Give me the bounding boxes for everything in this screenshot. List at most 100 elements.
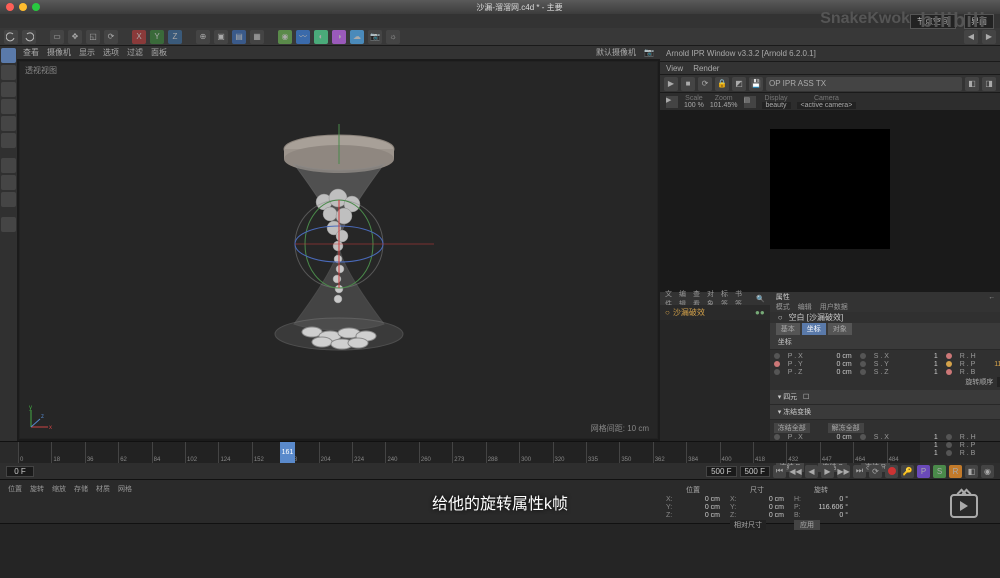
vp-display[interactable]: 显示 [79, 47, 95, 58]
dropdown-nodespace[interactable]: 节点空间 [910, 14, 956, 29]
record-icon[interactable] [885, 465, 898, 478]
key-pla-icon[interactable]: ◉ [981, 465, 994, 478]
vp-camera[interactable]: 摄像机 [47, 47, 71, 58]
ipr-text-icon[interactable]: OP IPR ASS TX [766, 77, 962, 91]
tab-coord[interactable]: 坐标 [802, 323, 826, 335]
key-rot-icon[interactable]: R [949, 465, 962, 478]
generator-icon[interactable]: ◐ [314, 30, 328, 44]
ipr-color-icon[interactable]: ◧ [965, 77, 979, 91]
light-icon[interactable]: ☼ [386, 30, 400, 44]
vp-panel[interactable]: 面板 [151, 47, 167, 58]
model-mode-icon[interactable] [1, 48, 16, 63]
freeze-all-button[interactable]: 冻结全部 [774, 423, 810, 433]
point-mode-icon[interactable] [1, 82, 16, 97]
edge-mode-icon[interactable] [1, 99, 16, 114]
primitive-cube-icon[interactable]: ◉ [278, 30, 292, 44]
vp-options[interactable]: 选项 [103, 47, 119, 58]
scene-object-hourglass[interactable] [234, 124, 444, 376]
timeline-tick[interactable]: 240 [385, 442, 418, 463]
vp-view[interactable]: 查看 [23, 47, 39, 58]
timeline-tick[interactable]: 350 [619, 442, 652, 463]
timeline-tick[interactable]: 84 [152, 442, 185, 463]
render-settings-icon[interactable]: ▤ [232, 30, 246, 44]
timeline-tick[interactable]: 362 [653, 442, 686, 463]
goto-end-icon[interactable]: ⏭ [853, 465, 866, 478]
axis-lock-icon[interactable] [1, 158, 16, 173]
maximize-icon[interactable] [32, 3, 40, 11]
display-dropdown[interactable]: beauty [762, 102, 791, 109]
camera-dropdown[interactable]: <active camera> [797, 102, 857, 109]
timeline-tick[interactable]: 18 [51, 442, 84, 463]
goto-start-icon[interactable]: ⏮ [773, 465, 786, 478]
channel-icon[interactable]: ▤ [744, 96, 756, 108]
dropdown-layout[interactable]: 界面 [964, 14, 994, 29]
size-mode-drop[interactable]: 相对尺寸 [730, 520, 766, 530]
undo-icon[interactable] [4, 30, 18, 44]
timeline-tick[interactable]: 384 [686, 442, 719, 463]
timeline-tick[interactable]: 447 [820, 442, 853, 463]
ipr-save-icon[interactable]: 💾 [749, 77, 763, 91]
soft-select-icon[interactable] [1, 217, 16, 232]
timeline-tick[interactable]: 224 [352, 442, 385, 463]
tab-basic[interactable]: 基本 [776, 323, 800, 335]
render-canvas[interactable] [770, 129, 890, 249]
timeline-tick[interactable]: 418 [753, 442, 786, 463]
play-fwd-icon[interactable]: ▶ [821, 465, 834, 478]
object-tree-row[interactable]: ○ 沙漏破效 ●● [660, 305, 770, 320]
axis-y-button[interactable]: Y [150, 30, 164, 44]
timeline-tick[interactable]: 62 [118, 442, 151, 463]
deformer-icon[interactable]: ◑ [332, 30, 346, 44]
scale-tool-icon[interactable]: ◱ [86, 30, 100, 44]
snap-icon[interactable] [1, 175, 16, 190]
object-name[interactable]: 沙漏破效 [673, 307, 705, 318]
go-back-icon[interactable]: ◀ [964, 30, 978, 44]
axis-z-button[interactable]: Z [168, 30, 182, 44]
object-mode-icon[interactable] [1, 65, 16, 80]
unfreeze-all-button[interactable]: 解冻全部 [828, 423, 864, 433]
spline-icon[interactable]: 〰 [296, 30, 310, 44]
timeline-tick[interactable]: 102 [185, 442, 218, 463]
range-end[interactable]: 500 F [706, 466, 736, 477]
go-fwd-icon[interactable]: ▶ [982, 30, 996, 44]
apply-button[interactable]: 应用 [794, 520, 820, 530]
timeline-tick[interactable]: 400 [720, 442, 753, 463]
timeline-tick[interactable]: 432 [786, 442, 819, 463]
minimize-icon[interactable] [19, 3, 27, 11]
texture-mode-icon[interactable] [1, 133, 16, 148]
ipr-refresh-icon[interactable]: ⟳ [698, 77, 712, 91]
vp-camera-label[interactable]: 默认摄像机 [596, 47, 636, 58]
play-back-icon[interactable]: ◀ [805, 465, 818, 478]
timeline-tick[interactable]: 464 [853, 442, 886, 463]
timeline-tick[interactable]: 273 [452, 442, 485, 463]
vp-filter[interactable]: 过滤 [127, 47, 143, 58]
timeline-tick[interactable]: 288 [486, 442, 519, 463]
timeline-tick[interactable]: 204 [319, 442, 352, 463]
timeline-tick[interactable]: 300 [519, 442, 552, 463]
visibility-dots-icon[interactable]: ●● [755, 308, 765, 317]
render-icon[interactable]: ▣ [214, 30, 228, 44]
ipr-lock-icon[interactable]: 🔒 [715, 77, 729, 91]
move-tool-icon[interactable]: ✥ [68, 30, 82, 44]
viewport-canvas[interactable]: 透视视图 [19, 61, 658, 439]
ipr-alpha-icon[interactable]: ◨ [982, 77, 996, 91]
environment-icon[interactable]: ☁ [350, 30, 364, 44]
close-icon[interactable] [6, 3, 14, 11]
timeline-tick[interactable]: 124 [218, 442, 251, 463]
camera-icon[interactable]: 📷 [368, 30, 382, 44]
step-fwd-icon[interactable]: ▶▶ [837, 465, 850, 478]
vp-camera-icon[interactable]: 📷 [644, 48, 654, 57]
ipr-play-icon[interactable]: ▶ [664, 77, 678, 91]
coord-mode-icon[interactable]: ⊕ [196, 30, 210, 44]
timeline-tick[interactable]: 260 [419, 442, 452, 463]
quat-checkbox[interactable]: ☐ [803, 394, 809, 401]
timeline-tick[interactable]: 320 [553, 442, 586, 463]
ipr-snapshot-icon[interactable]: ◩ [732, 77, 746, 91]
redo-icon[interactable] [22, 30, 36, 44]
workplane-icon[interactable] [1, 192, 16, 207]
step-back-icon[interactable]: ◀◀ [789, 465, 802, 478]
select-tool-icon[interactable]: ▭ [50, 30, 64, 44]
autokey-icon[interactable]: 🔑 [901, 465, 914, 478]
project-end[interactable]: 500 F [740, 466, 770, 477]
nav-back-icon[interactable]: ← [988, 294, 995, 301]
timeline-tick[interactable]: 335 [586, 442, 619, 463]
